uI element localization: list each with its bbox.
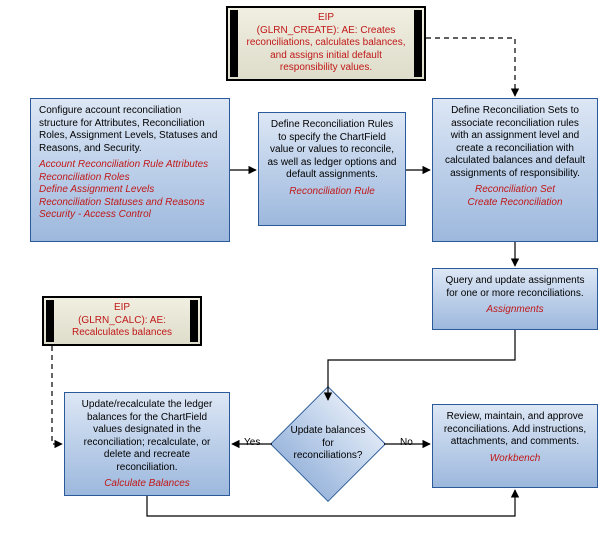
eip-calc-body: (GLRN_CALC): AE: Recalculates balances — [58, 315, 186, 340]
decision-update-balances: Update balances for reconciliations? — [270, 386, 386, 502]
box-workbench-keys: Workbench — [441, 453, 589, 466]
box-assignments: Query and update assignments for one or … — [432, 268, 598, 330]
label-yes: Yes — [244, 437, 260, 448]
box-update-calc-keys: Calculate Balances — [73, 478, 221, 491]
box-rules-keys: Reconciliation Rule — [267, 186, 397, 199]
box-sets: Define Reconciliation Sets to associate … — [432, 98, 598, 242]
label-no: No — [400, 437, 413, 448]
eip-create-title: EIP — [242, 12, 410, 25]
decision-text: Update balances for reconciliations? — [270, 386, 386, 502]
box-configure-desc: Configure account reconciliation structu… — [39, 105, 221, 155]
box-workbench: Review, maintain, and approve reconcilia… — [432, 404, 598, 488]
box-configure-keys: Account Reconciliation Rule Attributes R… — [39, 159, 221, 222]
eip-calc-title: EIP — [58, 302, 186, 315]
box-rules: Define Reconciliation Rules to specify t… — [258, 112, 406, 226]
eip-create-body: (GLRN_CREATE): AE: Creates reconciliatio… — [242, 25, 410, 75]
box-sets-keys: Reconciliation Set Create Reconciliation — [441, 184, 589, 209]
box-workbench-desc: Review, maintain, and approve reconcilia… — [441, 411, 589, 449]
box-sets-desc: Define Reconciliation Sets to associate … — [441, 105, 589, 180]
eip-create: EIP (GLRN_CREATE): AE: Creates reconcili… — [226, 6, 426, 81]
box-update-calc-desc: Update/recalculate the ledger balances f… — [73, 399, 221, 474]
eip-calc: EIP (GLRN_CALC): AE: Recalculates balanc… — [42, 296, 202, 346]
box-assignments-desc: Query and update assignments for one or … — [441, 275, 589, 300]
box-configure: Configure account reconciliation structu… — [30, 98, 230, 242]
box-assignments-keys: Assignments — [441, 304, 589, 317]
box-update-calc: Update/recalculate the ledger balances f… — [64, 392, 230, 496]
box-rules-desc: Define Reconciliation Rules to specify t… — [267, 119, 397, 182]
